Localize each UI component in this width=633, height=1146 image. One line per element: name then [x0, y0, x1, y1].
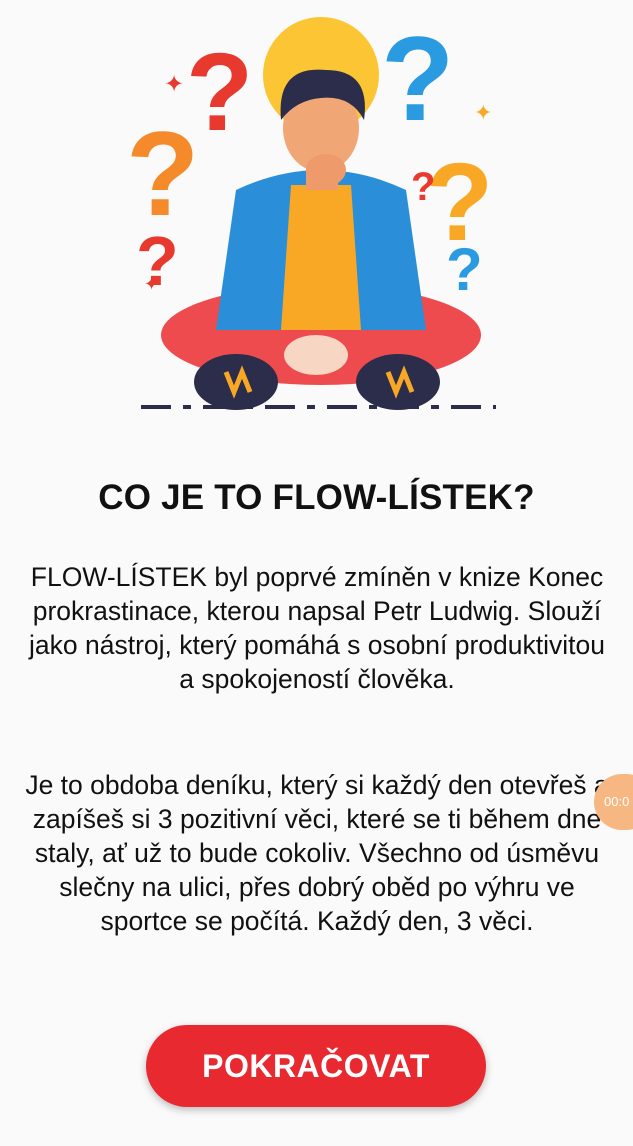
thinking-man-illustration: ? ? ? ? ? ? ? ✦ ✦ ✦	[126, 10, 516, 420]
svg-text:?: ?	[446, 236, 483, 303]
explanation-paragraph: Je to obdoba deníku, který si každý den …	[25, 770, 609, 936]
svg-text:?: ?	[381, 12, 454, 146]
page-title: CO JE TO FLOW-LÍSTEK?	[98, 478, 535, 517]
svg-text:✦: ✦	[164, 71, 184, 98]
svg-text:?: ?	[126, 107, 199, 241]
intro-paragraph: FLOW-LÍSTEK byl poprvé zmíněn v knize Ko…	[29, 562, 605, 694]
svg-text:✦: ✦	[144, 274, 159, 294]
svg-text:✦: ✦	[474, 100, 492, 125]
svg-text:?: ?	[411, 165, 435, 209]
continue-button[interactable]: POKRAČOVAT	[146, 1025, 486, 1107]
